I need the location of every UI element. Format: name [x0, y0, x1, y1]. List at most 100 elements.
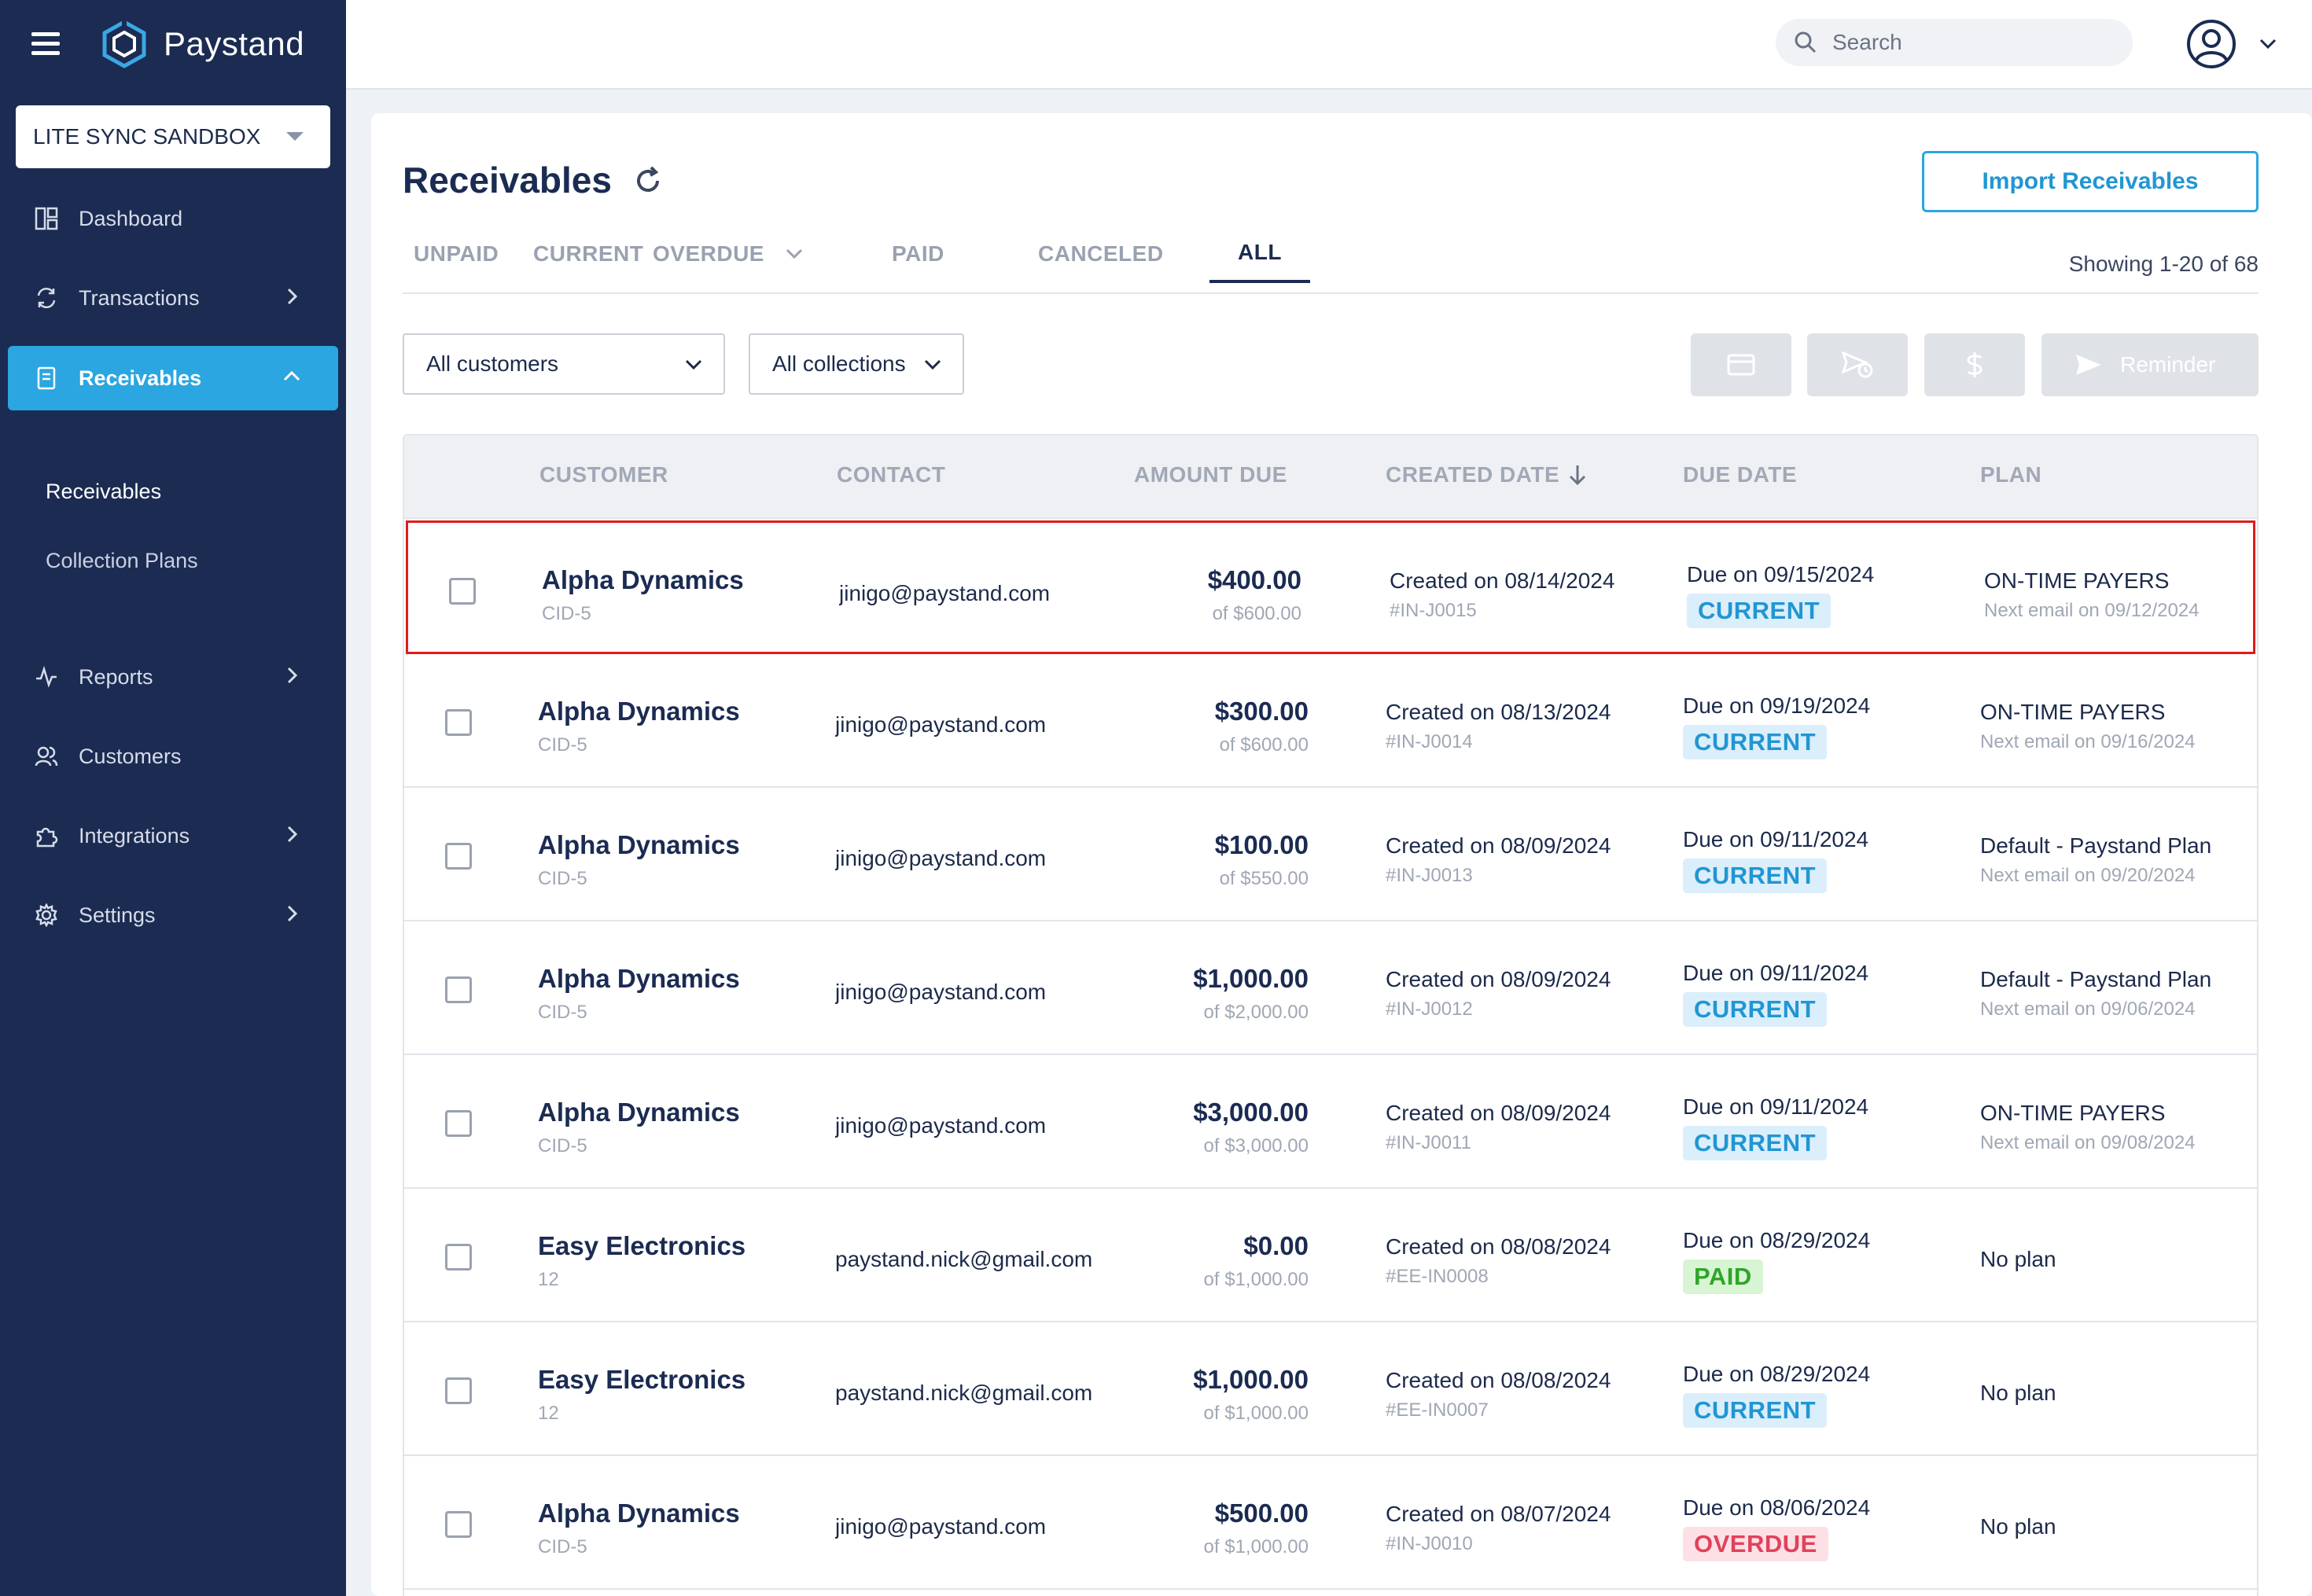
amount-due: $500.00 — [1214, 1499, 1309, 1528]
amount-due: $100.00 — [1214, 830, 1309, 859]
customer-name[interactable]: Alpha Dynamics — [542, 565, 744, 595]
puzzle-icon — [33, 822, 60, 849]
search-box[interactable] — [1776, 19, 2133, 66]
row-checkbox[interactable] — [445, 1244, 472, 1271]
user-avatar-icon[interactable] — [2186, 19, 2237, 69]
sidebar-item-dashboard[interactable]: Dashboard — [8, 186, 338, 251]
chevron-right-icon — [287, 826, 298, 843]
column-header-amount-due[interactable]: AMOUNT DUE — [1134, 462, 1287, 487]
table-row[interactable]: Alpha Dynamics CID-5 jinigo@paystand.com $3… — [404, 654, 2257, 788]
table-row[interactable]: Easy Electronics 12 paystand.nick@gmail.co… — [404, 1189, 2257, 1322]
sidebar-item-integrations[interactable]: Integrations — [8, 804, 338, 868]
row-checkbox[interactable] — [445, 843, 472, 870]
table-row[interactable]: Easy Electronics 12 paystand.nick@gmail.co… — [404, 1322, 2257, 1456]
column-header-contact[interactable]: CONTACT — [837, 462, 945, 487]
due-date: Due on 08/29/2024 — [1683, 1228, 1871, 1252]
row-checkbox[interactable] — [445, 1377, 472, 1404]
tab-overdue[interactable]: OVERDUE — [653, 225, 804, 283]
sidebar-subitem-receivables[interactable]: Receivables — [46, 480, 161, 504]
column-header-created-date-label: CREATED DATE — [1386, 462, 1560, 487]
next-email-date: Next email on 09/08/2024 — [1980, 1132, 2196, 1153]
pay-card-button[interactable] — [1691, 333, 1791, 396]
collection-plan: ON-TIME PAYERS — [1980, 700, 2166, 724]
tab-unpaid[interactable]: UNPAID — [414, 225, 499, 283]
dashboard-icon — [33, 205, 60, 232]
tab-current[interactable]: CURRENT — [533, 225, 643, 283]
gear-icon — [33, 902, 60, 929]
customer-name[interactable]: Alpha Dynamics — [538, 830, 740, 860]
customer-filter-select[interactable]: All customers — [403, 333, 725, 395]
column-header-created-date[interactable]: CREATED DATE — [1386, 462, 1588, 487]
table-row[interactable]: Alpha Dynamics CID-5 jinigo@paystand.com $5… — [404, 1456, 2257, 1590]
invoice-number: #IN-J0012 — [1386, 998, 1473, 1020]
refresh-icon[interactable] — [632, 165, 664, 197]
record-payment-button[interactable] — [1924, 333, 2025, 396]
customer-name[interactable]: Alpha Dynamics — [538, 964, 740, 994]
chevron-up-icon — [283, 370, 300, 381]
row-checkbox[interactable] — [449, 578, 476, 605]
contact-email: jinigo@paystand.com — [839, 581, 1051, 605]
customer-name[interactable]: Alpha Dynamics — [538, 697, 740, 726]
next-email-date: Next email on 09/16/2024 — [1980, 731, 2196, 752]
invoice-number: #IN-J0011 — [1386, 1132, 1471, 1153]
tab-canceled[interactable]: CANCELED — [1038, 225, 1164, 283]
status-badge: CURRENT — [1687, 594, 1832, 628]
customer-name[interactable]: Alpha Dynamics — [538, 1499, 740, 1528]
chevron-right-icon — [287, 667, 298, 684]
due-date: Due on 08/06/2024 — [1683, 1495, 1871, 1520]
column-header-plan[interactable]: PLAN — [1980, 462, 2041, 487]
import-receivables-button[interactable]: Import Receivables — [1922, 151, 2259, 212]
customer-name[interactable]: Easy Electronics — [538, 1365, 746, 1395]
credit-card-icon — [1727, 354, 1755, 376]
status-badge: CURRENT — [1683, 725, 1828, 759]
row-checkbox[interactable] — [445, 1511, 472, 1538]
receipt-icon — [33, 365, 60, 392]
sidebar-item-receivables[interactable]: Receivables — [8, 346, 338, 410]
row-checkbox[interactable] — [445, 976, 472, 1003]
amount-due: $300.00 — [1214, 697, 1309, 726]
schedule-payment-button[interactable] — [1807, 333, 1908, 396]
contact-email: jinigo@paystand.com — [835, 1514, 1047, 1539]
topbar — [346, 0, 2312, 90]
collection-plan: No plan — [1980, 1514, 2056, 1539]
sidebar-item-label: Transactions — [79, 285, 200, 310]
amount-due: $1,000.00 — [1193, 1365, 1309, 1394]
sidebar-item-transactions[interactable]: Transactions — [8, 266, 338, 330]
send-reminder-button[interactable]: Reminder — [2041, 333, 2259, 396]
chevron-down-icon — [924, 359, 941, 370]
customer-name[interactable]: Easy Electronics — [538, 1231, 746, 1261]
customer-id: 12 — [538, 1403, 559, 1424]
amount-due: $3,000.00 — [1193, 1098, 1309, 1127]
table-row[interactable]: Alpha Dynamics CID-5 jinigo@paystand.com $1… — [404, 921, 2257, 1055]
chevron-down-icon[interactable] — [2259, 36, 2277, 52]
sidebar-item-reports[interactable]: Reports — [8, 645, 338, 709]
org-selector[interactable]: LITE SYNC SANDBOX — [16, 105, 330, 168]
logo[interactable]: Paystand — [101, 20, 304, 68]
hamburger-icon[interactable] — [31, 32, 61, 56]
table-row[interactable]: Alpha Dynamics CID-5 jinigo@paystand.com $3… — [404, 1055, 2257, 1189]
search-input[interactable] — [1832, 30, 2115, 55]
row-checkbox[interactable] — [445, 709, 472, 736]
sidebar-subitem-collection-plans[interactable]: Collection Plans — [46, 549, 198, 573]
column-header-due-date[interactable]: DUE DATE — [1683, 462, 1797, 487]
tab-all[interactable]: ALL — [1209, 225, 1310, 283]
column-header-customer[interactable]: CUSTOMER — [539, 462, 668, 487]
pulse-icon — [33, 664, 60, 690]
collection-filter-select[interactable]: All collections — [749, 333, 964, 395]
table-row[interactable]: Alpha Dynamics CID-5 jinigo@paystand.com $4… — [406, 520, 2255, 654]
chevron-down-icon — [685, 359, 702, 370]
collection-plan: No plan — [1980, 1247, 2056, 1271]
amount-due: $0.00 — [1243, 1231, 1309, 1260]
status-badge: CURRENT — [1683, 992, 1828, 1027]
created-date: Created on 08/08/2024 — [1386, 1234, 1611, 1259]
amount-due: $400.00 — [1207, 565, 1301, 594]
table-row[interactable]: Alpha Dynamics CID-5 jinigo@paystand.com $1… — [404, 788, 2257, 921]
due-date: Due on 09/11/2024 — [1683, 961, 1869, 985]
row-checkbox[interactable] — [445, 1110, 472, 1137]
sidebar-item-customers[interactable]: Customers — [8, 724, 338, 789]
sidebar-item-settings[interactable]: Settings — [8, 883, 338, 947]
customer-name[interactable]: Alpha Dynamics — [538, 1098, 740, 1127]
due-date: Due on 09/19/2024 — [1683, 693, 1871, 718]
tab-paid[interactable]: PAID — [892, 225, 944, 283]
sidebar-item-label: Reports — [79, 664, 153, 689]
